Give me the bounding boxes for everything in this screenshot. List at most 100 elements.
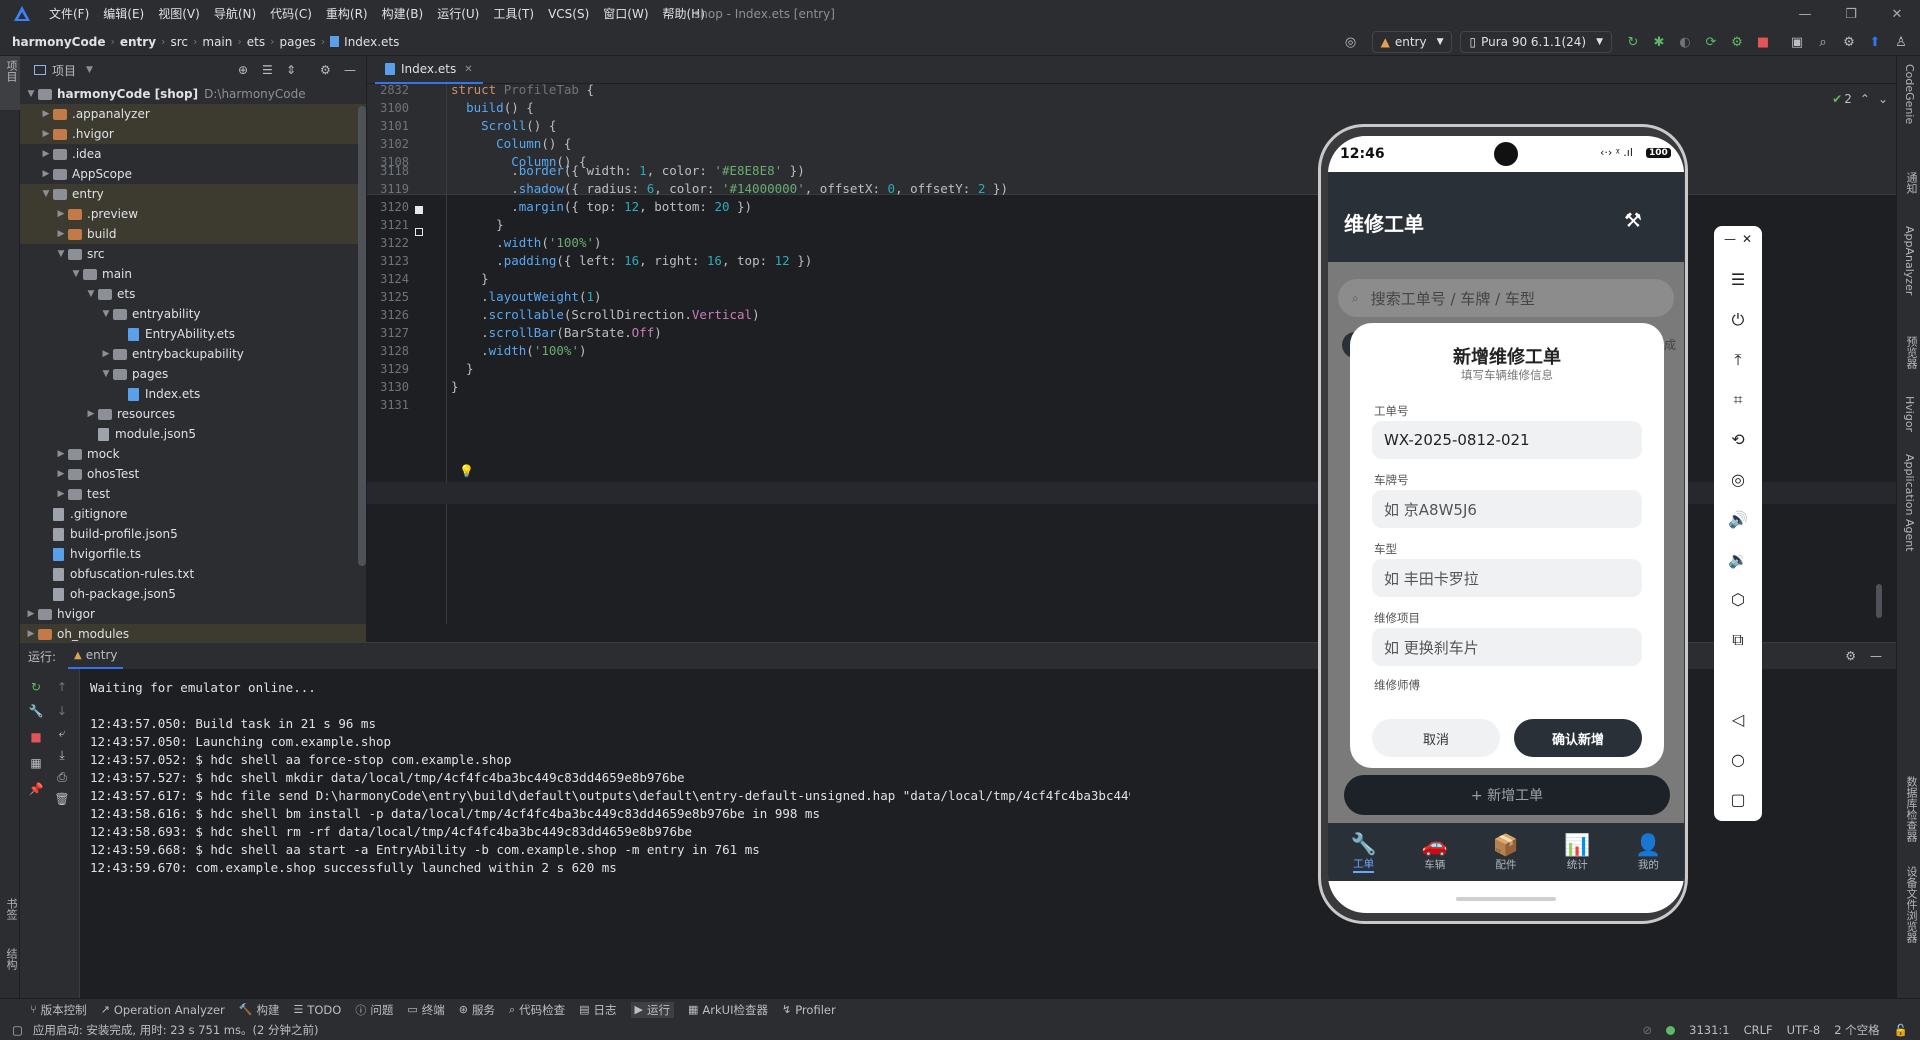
tool-tab[interactable]: ↯ Profiler <box>782 1003 836 1017</box>
tree-row[interactable]: ▶ .preview <box>20 204 366 224</box>
inspection-widget[interactable]: ✔ 2 ⌃ ⌄ <box>1832 92 1888 106</box>
tree-row[interactable]: ▼ pages <box>20 364 366 384</box>
structure-tool-label[interactable]: 结构 <box>3 948 19 970</box>
tool-tab[interactable]: ▤ 日志 <box>579 1002 616 1018</box>
emulator-close-icon[interactable]: ✕ <box>1714 232 1762 246</box>
update-icon[interactable]: ⬆ <box>1864 31 1886 53</box>
tree-row[interactable]: EntryAbility.ets <box>20 324 366 344</box>
soft-wrap-icon[interactable]: ⤶ <box>54 725 70 741</box>
tree-row[interactable]: ▼ src <box>20 244 366 264</box>
device-selector[interactable]: ▯ Pura 90 6.1.1(24) ▼ <box>1460 31 1612 53</box>
account-icon[interactable]: ♙ <box>1890 31 1912 53</box>
status-message[interactable]: 应用启动: 安装完成, 用时: 23 s 751 ms。(2 分钟之前) <box>33 1022 319 1038</box>
chevron-down-icon[interactable]: ▼ <box>99 369 113 379</box>
menu-item[interactable]: 代码(C) <box>263 0 319 28</box>
volume-up-icon[interactable]: 🔊 <box>1714 510 1762 529</box>
caret-position[interactable]: 3131:1 <box>1689 1023 1729 1037</box>
tree-row[interactable]: ▼ harmonyCode [shop] D:\harmonyCode <box>20 84 366 104</box>
tree-row[interactable]: ▶ ohosTest <box>20 464 366 484</box>
collapse-all-icon[interactable]: ⇕ <box>286 63 296 77</box>
scroll-down-icon[interactable]: ↓ <box>54 703 70 719</box>
home-icon[interactable]: ○ <box>1714 750 1762 769</box>
tree-row[interactable]: obfuscation-rules.txt <box>20 564 366 584</box>
form-input[interactable]: 如 京A8W5J6 <box>1372 490 1642 528</box>
print-icon[interactable]: ⎙ <box>54 769 70 785</box>
apply-changes-icon[interactable]: ⟳ <box>1700 31 1722 53</box>
close-window-button[interactable]: ✕ <box>1874 0 1920 28</box>
rotate-icon[interactable]: ⟲ <box>1714 430 1762 449</box>
form-input[interactable]: WX-2025-0812-021 <box>1372 421 1642 459</box>
tree-row[interactable]: ▶ .appanalyzer <box>20 104 366 124</box>
chevron-down-icon[interactable]: ▼ <box>39 189 53 199</box>
run-config-selector[interactable]: ▲ entry ▼ <box>1371 31 1453 53</box>
menu-item[interactable]: 视图(V) <box>151 0 207 28</box>
top-icon[interactable]: ⤒ <box>1714 350 1762 370</box>
chevron-right-icon[interactable]: ▶ <box>24 609 38 619</box>
chevron-right-icon[interactable]: ▶ <box>84 409 98 419</box>
device-manager-icon[interactable]: ▣ <box>1786 31 1808 53</box>
right-tool-label[interactable]: Application Agent <box>1903 454 1916 552</box>
target-icon[interactable]: ◎ <box>1340 31 1362 53</box>
chevron-down-icon[interactable]: ⌄ <box>1878 92 1888 106</box>
breadcrumb-item[interactable]: pages <box>280 35 316 49</box>
run-tab-entry[interactable]: ▲ entry <box>68 643 124 669</box>
chevron-right-icon[interactable]: ▶ <box>54 229 68 239</box>
location-icon[interactable]: ◎ <box>1714 470 1762 489</box>
tree-row[interactable]: ▼ entry <box>20 184 366 204</box>
tree-row[interactable]: ▶ resources <box>20 404 366 424</box>
nav-tab[interactable]: 📊 统计 <box>1542 823 1613 881</box>
chevron-down-icon[interactable]: ▼ <box>84 289 98 299</box>
trash-icon[interactable]: 🗑 <box>54 791 70 807</box>
tree-row[interactable]: ▼ ets <box>20 284 366 304</box>
chevron-right-icon[interactable]: ▶ <box>99 349 113 359</box>
cancel-button[interactable]: 取消 <box>1372 719 1500 757</box>
nav-tab[interactable]: 👤 我的 <box>1613 823 1684 881</box>
recents-icon[interactable]: ▢ <box>1714 790 1762 809</box>
chevron-right-icon[interactable]: ▶ <box>54 469 68 479</box>
file-encoding[interactable]: UTF-8 <box>1787 1023 1821 1037</box>
status-panel-icon[interactable]: ▢ <box>12 1023 23 1037</box>
tree-row[interactable]: ▶ oh_modules <box>20 624 366 642</box>
chevron-right-icon[interactable]: ▶ <box>39 169 53 179</box>
tree-row[interactable]: hvigorfile.ts <box>20 544 366 564</box>
line-separator[interactable]: CRLF <box>1744 1023 1773 1037</box>
chevron-right-icon[interactable]: ▶ <box>39 149 53 159</box>
chevron-right-icon[interactable]: ▶ <box>54 449 68 459</box>
breadcrumb-item[interactable]: main <box>202 35 232 49</box>
tool-tab[interactable]: ☰ TODO <box>293 1003 341 1017</box>
tree-row[interactable]: module.json5 <box>20 424 366 444</box>
editor-scrollbar[interactable] <box>1876 584 1882 618</box>
tree-row[interactable]: Index.ets <box>20 384 366 404</box>
crop-icon[interactable]: ⌗ <box>1714 390 1762 410</box>
tree-row[interactable]: ▶ entrybackupability <box>20 344 366 364</box>
chevron-right-icon[interactable]: ▶ <box>39 109 53 119</box>
tool-tab[interactable]: 🔨 构建 <box>239 1002 280 1018</box>
maximize-button[interactable]: ❐ <box>1828 0 1874 28</box>
tree-row[interactable]: ▶ mock <box>20 444 366 464</box>
tree-row[interactable]: ▶ AppScope <box>20 164 366 184</box>
menu-item[interactable]: 导航(N) <box>207 0 263 28</box>
pin-icon[interactable]: 📌 <box>28 781 44 797</box>
breadcrumb-item[interactable]: Index.ets <box>344 35 399 49</box>
tool-tab[interactable]: ▦ ArkUI检查器 <box>688 1002 768 1018</box>
fold-icon[interactable]: ⬡ <box>1714 590 1762 609</box>
stop-icon[interactable]: ■ <box>28 729 44 745</box>
menu-item[interactable]: 重构(R) <box>319 0 375 28</box>
wrench-icon[interactable]: 🔧 <box>28 703 44 719</box>
menu-item[interactable]: 运行(U) <box>430 0 486 28</box>
breadcrumb-item[interactable]: src <box>170 35 188 49</box>
home-indicator[interactable] <box>1456 897 1556 901</box>
bulb-icon[interactable]: 💡 <box>459 464 474 478</box>
bookmarks-tool-label[interactable]: 书签 <box>3 898 19 920</box>
form-input[interactable]: 如 丰田卡罗拉 <box>1372 559 1642 597</box>
hide-panel-icon[interactable]: — <box>1870 649 1882 663</box>
tool-tab[interactable]: ▭ 终端 <box>407 1002 444 1018</box>
chevron-down-icon[interactable]: ▼ <box>99 309 113 319</box>
expand-all-icon[interactable]: ☰ <box>262 63 273 77</box>
tools-icon[interactable]: ⚒ <box>1624 208 1642 232</box>
nav-tab[interactable]: 🚗 车辆 <box>1399 823 1470 881</box>
right-tool-label[interactable]: Hvigor <box>1903 396 1916 432</box>
right-tool-label[interactable]: AppAnalyzer <box>1903 226 1916 295</box>
chevron-right-icon[interactable]: ▶ <box>39 129 53 139</box>
minimize-button[interactable]: — <box>1782 0 1828 28</box>
